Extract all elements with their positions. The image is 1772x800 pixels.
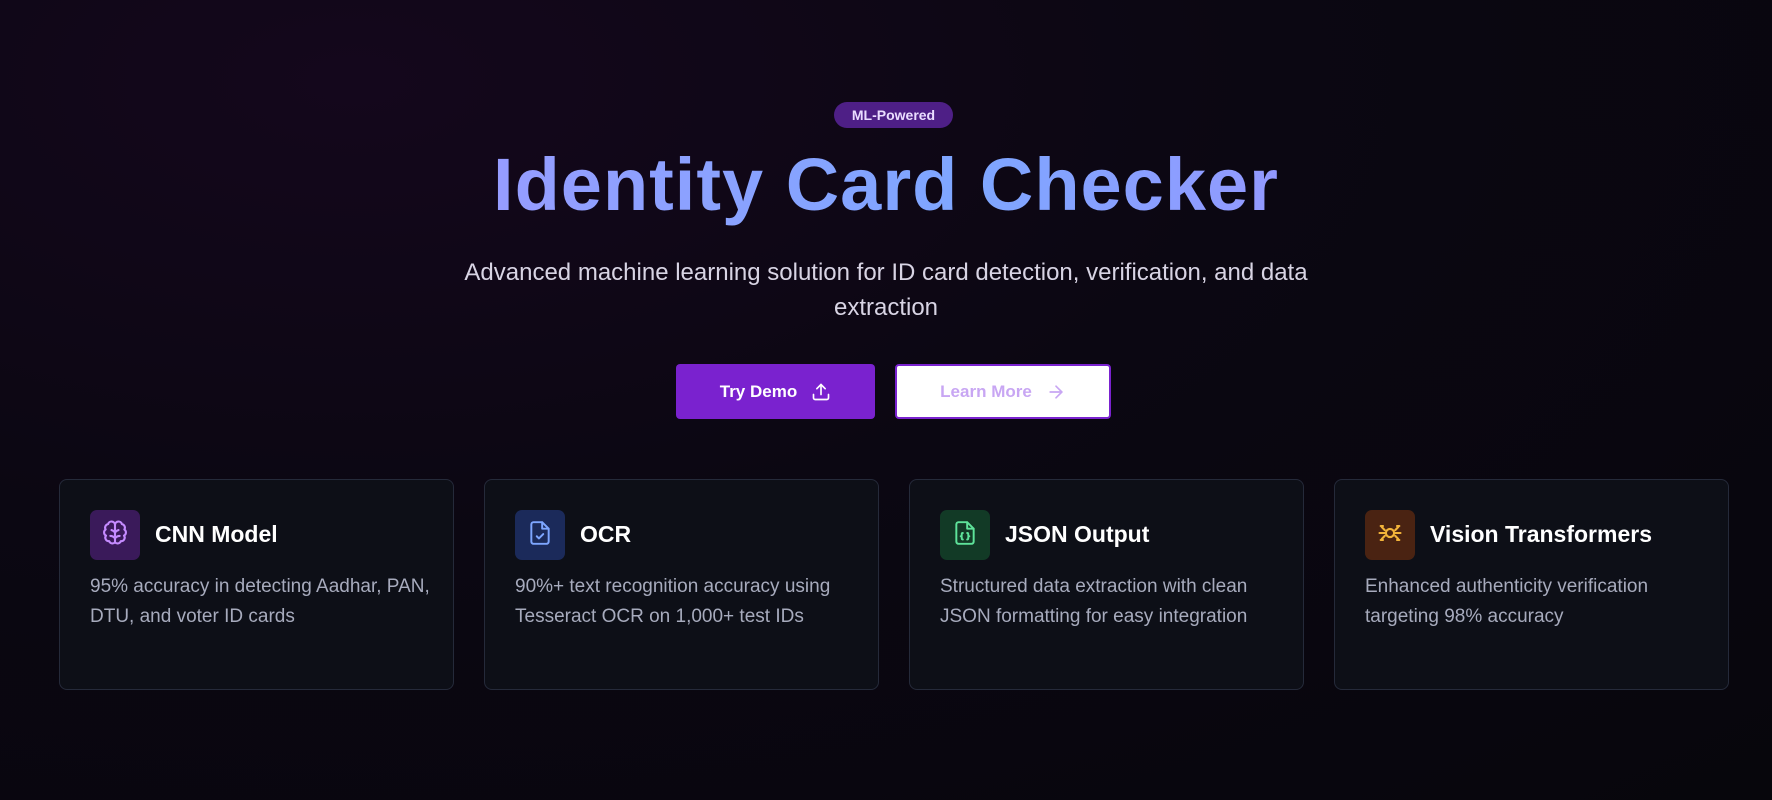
hero-subtitle: Advanced machine learning solution for I… (464, 259, 1308, 321)
upload-icon (811, 382, 831, 402)
feature-icon-box (90, 510, 140, 560)
feature-card-ocr: OCR 90%+ text recognition accuracy using… (484, 479, 879, 690)
page-title: Identity Card Checker (0, 140, 1772, 230)
arrow-right-icon (1046, 382, 1066, 402)
feature-card-json-output: JSON Output Structured data extraction w… (909, 479, 1304, 690)
feature-icon-box (940, 510, 990, 560)
feature-description: Structured data extraction with clean JS… (940, 576, 1248, 627)
feature-card-vision-transformers: Vision Transformers Enhanced authenticit… (1334, 479, 1729, 690)
brain-icon (101, 519, 129, 552)
ml-powered-badge: ML-Powered (834, 102, 953, 128)
learn-more-label: Learn More (940, 381, 1032, 401)
feature-title: OCR (580, 521, 632, 547)
feature-description: 90%+ text recognition accuracy using Tes… (515, 576, 831, 627)
feature-title: JSON Output (1005, 521, 1150, 547)
feature-icon-box (1365, 510, 1415, 560)
file-json-icon (952, 520, 978, 551)
try-demo-button[interactable]: Try Demo (676, 364, 875, 419)
file-check-icon (527, 520, 553, 551)
try-demo-label: Try Demo (719, 381, 798, 401)
feature-icon-box (515, 510, 565, 560)
feature-card-cnn-model: CNN Model 95% accuracy in detecting Aadh… (59, 479, 454, 690)
feature-description: 95% accuracy in detecting Aadhar, PAN, D… (90, 576, 430, 627)
feature-description: Enhanced authenticity verification targe… (1365, 576, 1649, 627)
learn-more-button[interactable]: Learn More (895, 364, 1111, 419)
feature-title: Vision Transformers (1430, 521, 1652, 547)
scan-eye-icon (1376, 519, 1404, 552)
feature-title: CNN Model (155, 521, 278, 547)
